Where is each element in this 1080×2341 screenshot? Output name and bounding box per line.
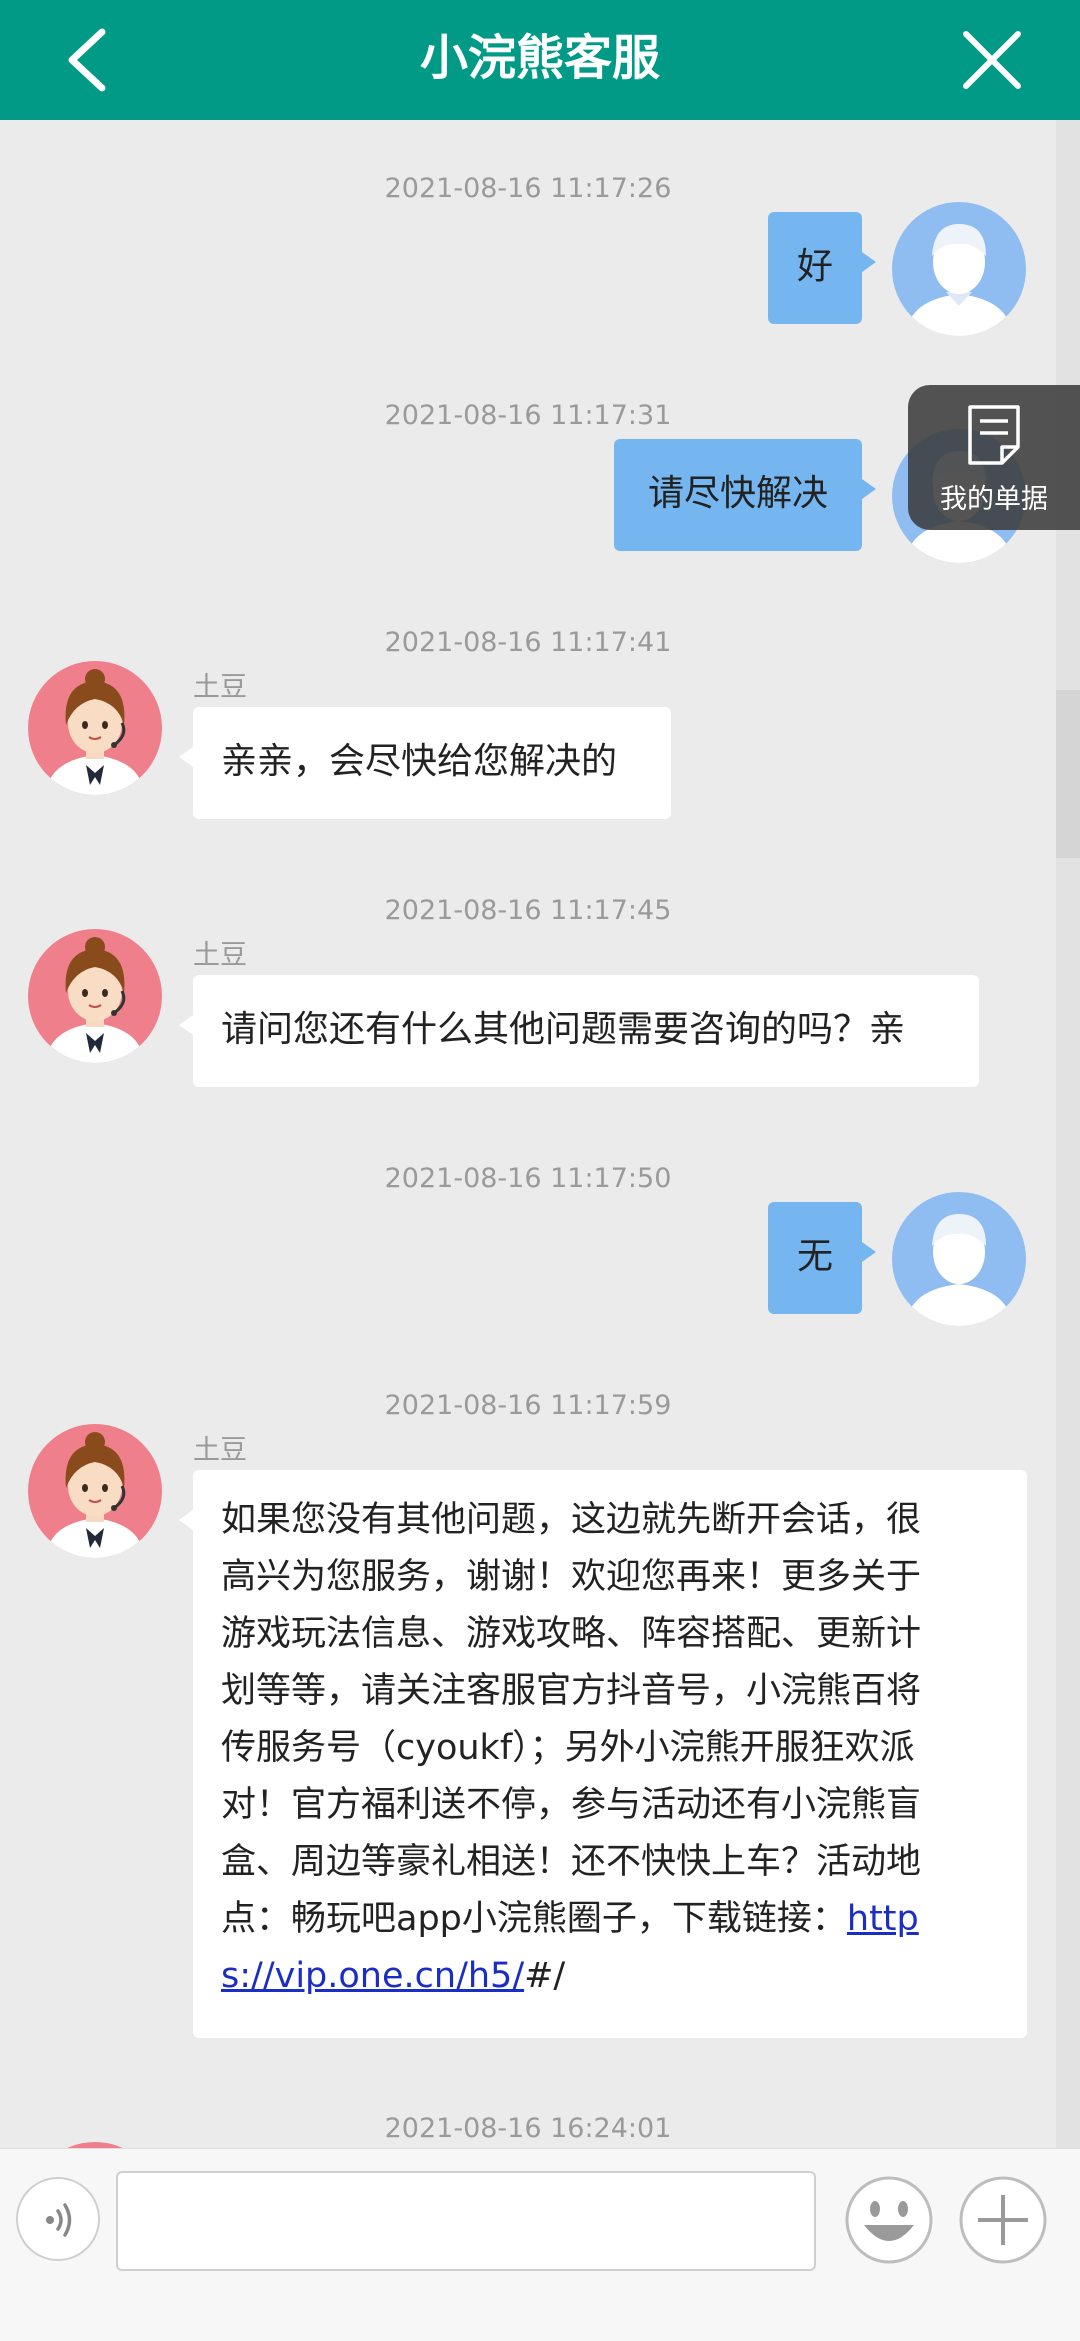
message-line: 高兴为您服务，谢谢！欢迎您再来！更多关于: [221, 1557, 922, 1597]
agent-avatar[interactable]: [28, 929, 162, 1063]
my-receipts-button[interactable]: 我的单据: [908, 385, 1080, 530]
message-timestamp: 2021-08-16 11:17:45: [384, 895, 672, 926]
my-message-bubble[interactable]: 无: [768, 1202, 876, 1314]
header-bar: 小浣熊客服: [0, 0, 1080, 120]
message-line: 盒、周边等豪礼相送！还不快快上车？活动地: [221, 1842, 922, 1882]
message-line: s://vip.one.cn/h5/#/: [221, 1948, 999, 2005]
message-line-text: 点：畅玩吧app小浣熊圈子，下载链接：: [221, 1899, 847, 1939]
user-avatar-icon: [892, 1192, 1026, 1326]
voice-input-button[interactable]: [16, 2177, 100, 2261]
emoji-icon: [845, 2176, 933, 2264]
message-line: 如果您没有其他问题，这边就先断开会话，很: [221, 1500, 922, 1540]
agent-message-bubble[interactable]: 如果您没有其他问题，这边就先断开会话，很 高兴为您服务，谢谢！欢迎您再来！更多关…: [179, 1470, 1027, 2038]
sender-name: 土豆: [193, 672, 247, 703]
chat-message-list[interactable]: 2021-08-16 11:17:26 好 2021-08-16 11:17:3…: [0, 120, 1056, 2148]
sender-name: 土豆: [193, 940, 247, 971]
message-timestamp: 2021-08-16 16:24:01: [384, 2113, 672, 2144]
user-avatar[interactable]: [892, 1192, 1026, 1326]
page-title: 小浣熊客服: [419, 30, 660, 86]
voice-icon: [46, 2203, 72, 2237]
message-line: 传服务号（cyoukf）；另外小浣熊开服狂欢派: [221, 1728, 915, 1768]
agent-avatar-icon: [28, 661, 162, 795]
user-avatar-icon: [892, 202, 1026, 336]
message-line: 游戏玩法信息、游戏攻略、阵容搭配、更新计: [221, 1614, 922, 1654]
message-input[interactable]: [116, 2171, 816, 2271]
download-link[interactable]: s://vip.one.cn/h5/: [221, 1956, 524, 1996]
message-line: 点：畅玩吧app小浣熊圈子，下载链接：http: [221, 1891, 999, 1948]
message-timestamp: 2021-08-16 11:17:26: [384, 173, 672, 204]
agent-avatar[interactable]: [28, 1424, 162, 1558]
my-message-bubble[interactable]: 好: [768, 212, 876, 324]
agent-message-bubble[interactable]: 亲亲，会尽快给您解决的: [179, 707, 671, 819]
my-message-bubble[interactable]: 请尽快解决: [614, 439, 876, 551]
message-line: 划等等，请关注客服官方抖音号，小浣熊百将: [221, 1671, 922, 1711]
agent-message-bubble[interactable]: 请问您还有什么其他问题需要咨询的吗？亲: [179, 975, 979, 1087]
close-icon[interactable]: [960, 28, 1024, 92]
message-timestamp: 2021-08-16 11:17:31: [384, 400, 672, 431]
message-timestamp: 2021-08-16 11:17:59: [384, 1390, 672, 1421]
sender-name: 土豆: [193, 1435, 247, 1466]
scrollbar-thumb[interactable]: [1056, 690, 1080, 858]
download-link[interactable]: http: [847, 1899, 919, 1939]
message-line: 对！官方福利送不停，参与活动还有小浣熊盲: [221, 1785, 922, 1825]
message-line-text: #/: [524, 1956, 566, 1996]
message-input-bar: [0, 2148, 1080, 2341]
more-options-button[interactable]: [958, 2175, 1048, 2265]
agent-avatar[interactable]: [28, 661, 162, 795]
user-avatar[interactable]: [892, 202, 1026, 336]
agent-avatar-icon: [28, 929, 162, 1063]
message-timestamp: 2021-08-16 11:17:41: [384, 627, 672, 658]
message-timestamp: 2021-08-16 11:17:50: [384, 1163, 672, 1194]
plus-icon: [959, 2176, 1047, 2264]
agent-avatar-icon: [28, 1424, 162, 1558]
my-receipts-label: 我的单据: [940, 484, 1048, 515]
document-icon: [968, 405, 1020, 465]
emoji-button[interactable]: [844, 2175, 934, 2265]
